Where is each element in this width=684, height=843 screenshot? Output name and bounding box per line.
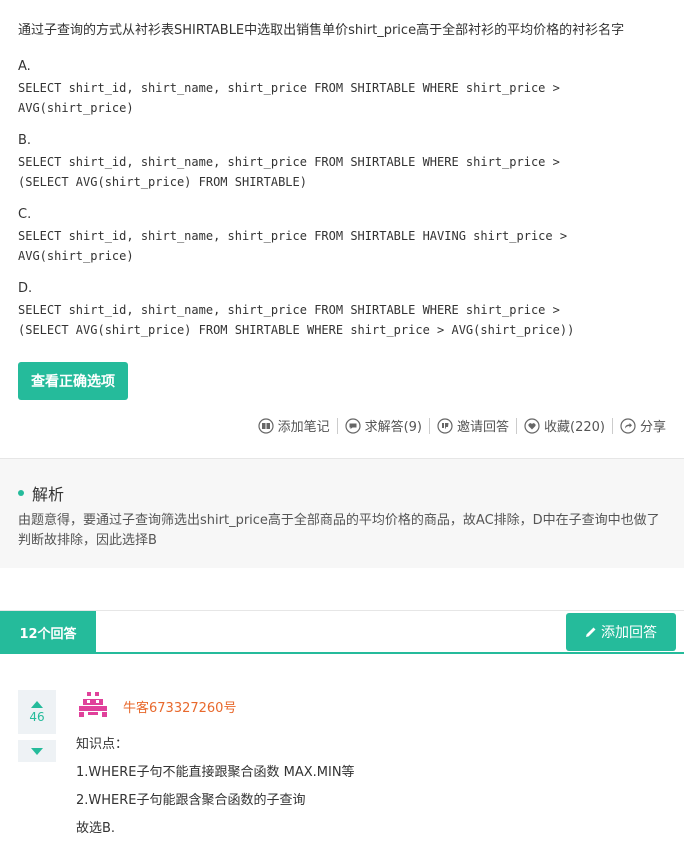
vote-down-icon [31, 747, 43, 755]
vote-up-icon [31, 700, 43, 708]
ask-button[interactable]: 求解答(9) [344, 416, 422, 435]
answer-line: 1.WHERE子句不能直接跟聚合函数 MAX.MIN等 [76, 765, 355, 780]
view-answer-button[interactable]: 查看正确选项 [18, 362, 128, 400]
pencil-icon [586, 627, 596, 637]
invite-label: 邀请回答 [457, 420, 510, 435]
action-bar: 添加笔记 求解答(9) 邀请回答 收藏(220) 分享 [257, 416, 666, 435]
option-letter: A. [18, 59, 31, 74]
analysis-section: 解析 由题意得，要通过子查询筛选出shirt_price高于全部商品的平均价格的… [0, 458, 684, 568]
book-icon [257, 417, 274, 434]
option-code: SELECT shirt_id, shirt_name, shirt_price… [18, 81, 560, 115]
share-label: 分享 [639, 420, 666, 435]
collect-label: 收藏(220) [544, 420, 605, 435]
answers-count-tab[interactable]: 12个回答 [0, 611, 96, 653]
heart-icon [524, 417, 540, 434]
collect-button[interactable]: 收藏(220) [524, 416, 605, 435]
add-answer-button[interactable]: 添加回答 [566, 613, 676, 651]
answer-line: 知识点： [76, 737, 129, 752]
add-note-button[interactable]: 添加笔记 [257, 416, 330, 435]
option-letter: B. [18, 133, 32, 148]
question-text: 通过子查询的方式从衬衫表SHIRTABLE中选取出销售单价shirt_price… [18, 23, 625, 38]
bullet-dot-icon [18, 490, 24, 496]
username-link[interactable]: 牛客673327260号 [123, 697, 236, 716]
answer-line: 2.WHERE子句能跟含聚合函数的子查询 [76, 793, 306, 808]
divider [516, 417, 518, 434]
option-a: A. SELECT shirt_id, shirt_name, shirt_pr… [18, 58, 668, 118]
add-answer-label: 添加回答 [601, 625, 657, 641]
analysis-title: 解析 [32, 485, 65, 504]
avatar[interactable] [76, 690, 108, 722]
option-b: B. SELECT shirt_id, shirt_name, shirt_pr… [18, 132, 668, 192]
option-letter: D. [18, 281, 33, 296]
ask-label: 求解答(9) [364, 420, 422, 435]
invite-button[interactable]: 邀请回答 [437, 416, 509, 435]
option-code: SELECT shirt_id, shirt_name, shirt_price… [18, 303, 575, 337]
divider [611, 417, 613, 434]
option-c: C. SELECT shirt_id, shirt_name, shirt_pr… [18, 206, 668, 266]
option-code: SELECT shirt_id, shirt_name, shirt_price… [18, 155, 560, 189]
share-icon [620, 417, 636, 434]
vote-count: 46 [29, 709, 45, 724]
downvote-button[interactable] [18, 740, 56, 762]
answer-content: 知识点： 1.WHERE子句不能直接跟聚合函数 MAX.MIN等 2.WHERE… [76, 736, 355, 843]
add-note-label: 添加笔记 [277, 420, 330, 435]
option-code: SELECT shirt_id, shirt_name, shirt_price… [18, 229, 568, 263]
share-button[interactable]: 分享 [620, 416, 666, 435]
divider [429, 417, 430, 434]
answers-header: 12个回答 添加回答 [0, 610, 684, 654]
analysis-body: 由题意得，要通过子查询筛选出shirt_price高于全部商品的平均价格的商品，… [18, 513, 660, 548]
thumb-icon [437, 417, 453, 434]
answer-line: 故选B. [76, 821, 116, 836]
divider [336, 417, 338, 434]
analysis-heading: 解析 [18, 481, 64, 505]
upvote-button[interactable]: 46 [18, 690, 56, 734]
chat-icon [344, 417, 361, 434]
option-d: D. SELECT shirt_id, shirt_name, shirt_pr… [18, 280, 668, 340]
option-letter: C. [18, 207, 32, 222]
